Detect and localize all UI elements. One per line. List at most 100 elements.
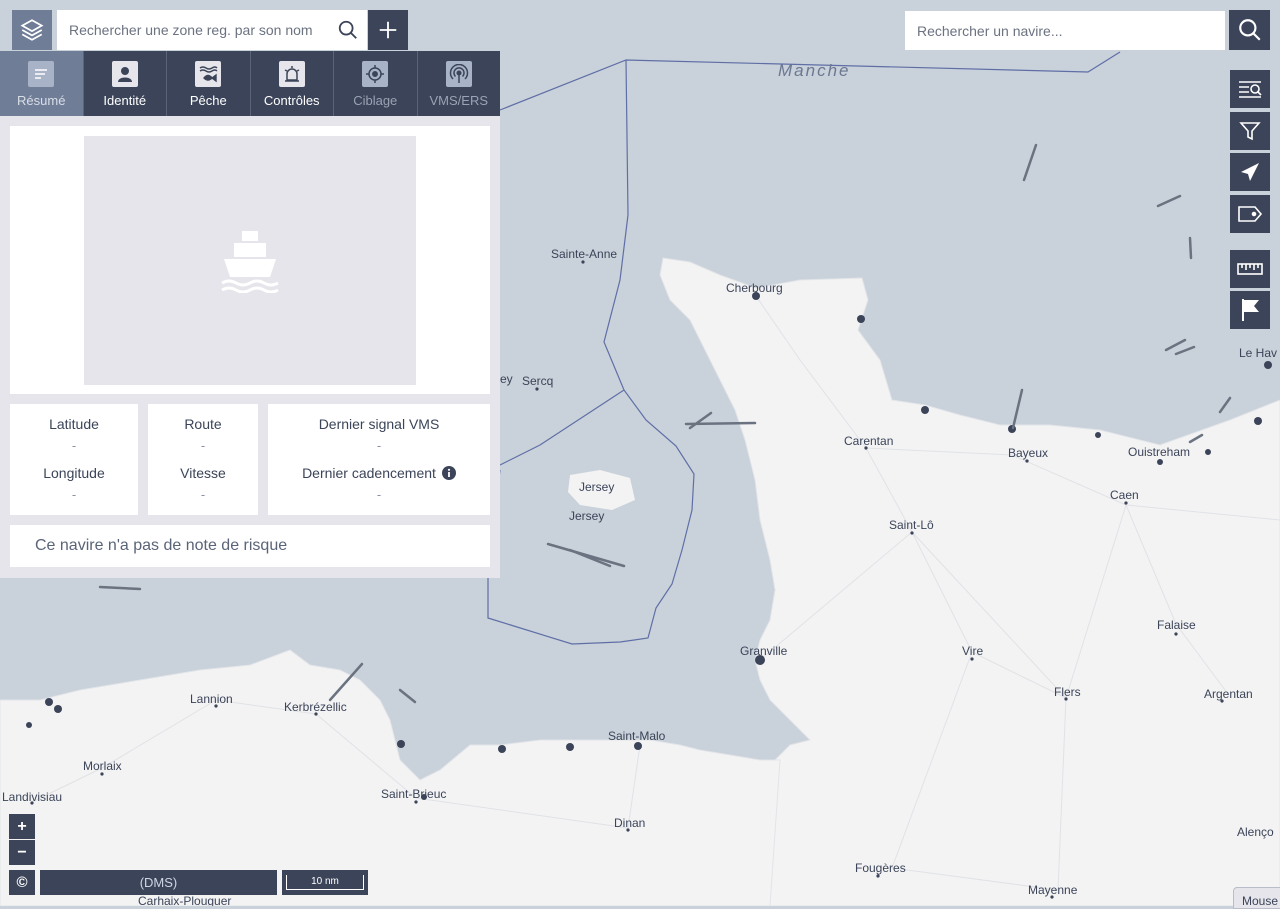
target-icon bbox=[362, 61, 389, 87]
sea-label-manche: Manche bbox=[778, 61, 850, 80]
vessel-dot[interactable] bbox=[45, 698, 53, 706]
tab-peche[interactable]: Pêche bbox=[167, 51, 251, 116]
tab-label: Identité bbox=[103, 93, 147, 108]
svg-text:Bayeux: Bayeux bbox=[1008, 446, 1048, 460]
svg-text:Le Hav: Le Hav bbox=[1239, 346, 1277, 360]
latitude-label: Latitude bbox=[49, 416, 99, 432]
zone-search-input[interactable] bbox=[67, 21, 337, 39]
vessel-tabs: Résumé Identité Pêche Contrôles Ciblage … bbox=[0, 51, 500, 116]
info-icon[interactable] bbox=[441, 466, 456, 480]
measure-button[interactable] bbox=[1230, 250, 1270, 288]
vessel-photo-card bbox=[10, 126, 490, 394]
search-icon[interactable] bbox=[337, 19, 359, 41]
svg-text:Argentan: Argentan bbox=[1204, 687, 1253, 701]
svg-text:Saint-Brieuc: Saint-Brieuc bbox=[381, 787, 446, 801]
vessel-sidebar: Résumé Identité Pêche Contrôles Ciblage … bbox=[0, 51, 500, 578]
tab-label: Pêche bbox=[189, 93, 227, 108]
search-icon bbox=[1238, 19, 1261, 41]
svg-text:Sainte-Anne: Sainte-Anne bbox=[551, 247, 617, 261]
attribution-button[interactable]: © bbox=[9, 870, 35, 895]
vessel-list-button[interactable] bbox=[1230, 70, 1270, 108]
vessel-search-button[interactable] bbox=[1229, 10, 1270, 50]
svg-text:Cherbourg: Cherbourg bbox=[726, 281, 783, 295]
svg-text:Jersey: Jersey bbox=[579, 480, 614, 494]
cadence-row: Dernier cadencement bbox=[268, 465, 490, 481]
lat-lon-card: Latitude - Longitude - bbox=[10, 404, 138, 515]
plus-icon bbox=[379, 21, 397, 39]
vessel-dot[interactable] bbox=[1008, 425, 1016, 433]
labels-button[interactable] bbox=[1230, 195, 1270, 233]
vessel-dot[interactable] bbox=[921, 406, 929, 414]
svg-text:Mayenne: Mayenne bbox=[1028, 883, 1078, 897]
fishing-icon bbox=[195, 61, 222, 87]
svg-text:Kerbrézellic: Kerbrézellic bbox=[284, 700, 347, 714]
last-vms-value: - bbox=[376, 438, 382, 453]
risk-note-card: Ce navire n'a pas de note de risque bbox=[10, 525, 490, 567]
interest-point-button[interactable] bbox=[1230, 291, 1270, 329]
vessel-dot[interactable] bbox=[397, 740, 405, 748]
vessel-dot[interactable] bbox=[1157, 459, 1163, 465]
scale-bar: 10 nm bbox=[282, 870, 368, 895]
vessel-dot[interactable] bbox=[498, 745, 506, 753]
svg-text:Alenço: Alenço bbox=[1237, 825, 1274, 839]
vessel-dot[interactable] bbox=[26, 722, 32, 728]
svg-text:Vire: Vire bbox=[962, 644, 983, 658]
svg-text:Caen: Caen bbox=[1110, 488, 1139, 502]
svg-text:Carentan: Carentan bbox=[844, 434, 893, 448]
vessel-dot[interactable] bbox=[1205, 449, 1211, 455]
coordinates-display[interactable]: (DMS) bbox=[40, 870, 277, 895]
vessel-dot[interactable] bbox=[1264, 361, 1272, 369]
tab-label: Résumé bbox=[17, 93, 66, 108]
tab-controles[interactable]: Contrôles bbox=[251, 51, 334, 116]
vessel-visibility-button[interactable] bbox=[1230, 153, 1270, 191]
tab-resume[interactable]: Résumé bbox=[0, 51, 84, 116]
svg-text:Sercq: Sercq bbox=[522, 374, 553, 388]
svg-text:Dinan: Dinan bbox=[614, 816, 645, 830]
speed-value: - bbox=[200, 487, 206, 502]
route-label: Route bbox=[184, 416, 222, 432]
vessel-dot[interactable] bbox=[634, 742, 642, 750]
add-zone-button[interactable] bbox=[368, 10, 408, 50]
scale-bar-label: 10 nm bbox=[286, 875, 364, 890]
filter-icon bbox=[1239, 122, 1261, 141]
vessel-dot[interactable] bbox=[1095, 432, 1101, 438]
speed-label: Vitesse bbox=[180, 465, 226, 481]
vessel-search[interactable] bbox=[905, 11, 1225, 50]
tab-label: Ciblage bbox=[353, 93, 398, 108]
svg-text:Saint-Lô: Saint-Lô bbox=[889, 518, 934, 532]
svg-text:Granville: Granville bbox=[740, 644, 788, 658]
tab-vms-ers[interactable]: VMS/ERS bbox=[418, 51, 501, 116]
layers-icon bbox=[20, 19, 44, 41]
svg-text:Ouistreham: Ouistreham bbox=[1128, 445, 1190, 459]
svg-text:Morlaix: Morlaix bbox=[83, 759, 122, 773]
filters-button[interactable] bbox=[1230, 112, 1270, 150]
tab-identite[interactable]: Identité bbox=[84, 51, 167, 116]
svg-text:Falaise: Falaise bbox=[1157, 618, 1196, 632]
tag-icon bbox=[1238, 206, 1263, 222]
tab-label: Contrôles bbox=[263, 93, 320, 108]
vms-icon bbox=[445, 61, 472, 87]
controls-icon bbox=[278, 61, 305, 87]
zoom-out-button[interactable]: − bbox=[9, 840, 35, 865]
summary-icon bbox=[28, 61, 55, 87]
route-value: - bbox=[200, 438, 206, 453]
tab-ciblage[interactable]: Ciblage bbox=[334, 51, 418, 116]
svg-text:ey: ey bbox=[500, 372, 513, 386]
last-vms-label: Dernier signal VMS bbox=[318, 416, 440, 432]
identity-icon bbox=[111, 61, 138, 87]
svg-text:Flers: Flers bbox=[1054, 685, 1081, 699]
svg-text:Saint-Malo: Saint-Malo bbox=[608, 729, 666, 743]
vessel-dot[interactable] bbox=[566, 743, 574, 751]
svg-text:Lannion: Lannion bbox=[190, 692, 233, 706]
zone-search[interactable] bbox=[57, 10, 367, 50]
risk-note-text: Ce navire n'a pas de note de risque bbox=[35, 537, 288, 554]
zoom-in-button[interactable]: + bbox=[9, 814, 35, 839]
flag-icon bbox=[1242, 299, 1259, 321]
vessel-dot[interactable] bbox=[1254, 417, 1262, 425]
vms-signal-card: Dernier signal VMS - Dernier cadencement… bbox=[268, 404, 490, 515]
vessel-search-input[interactable] bbox=[915, 21, 1225, 40]
layers-button[interactable] bbox=[12, 10, 52, 50]
vessel-dot[interactable] bbox=[857, 315, 865, 323]
vessel-dot[interactable] bbox=[54, 705, 62, 713]
svg-text:Landivisiau: Landivisiau bbox=[2, 790, 62, 804]
